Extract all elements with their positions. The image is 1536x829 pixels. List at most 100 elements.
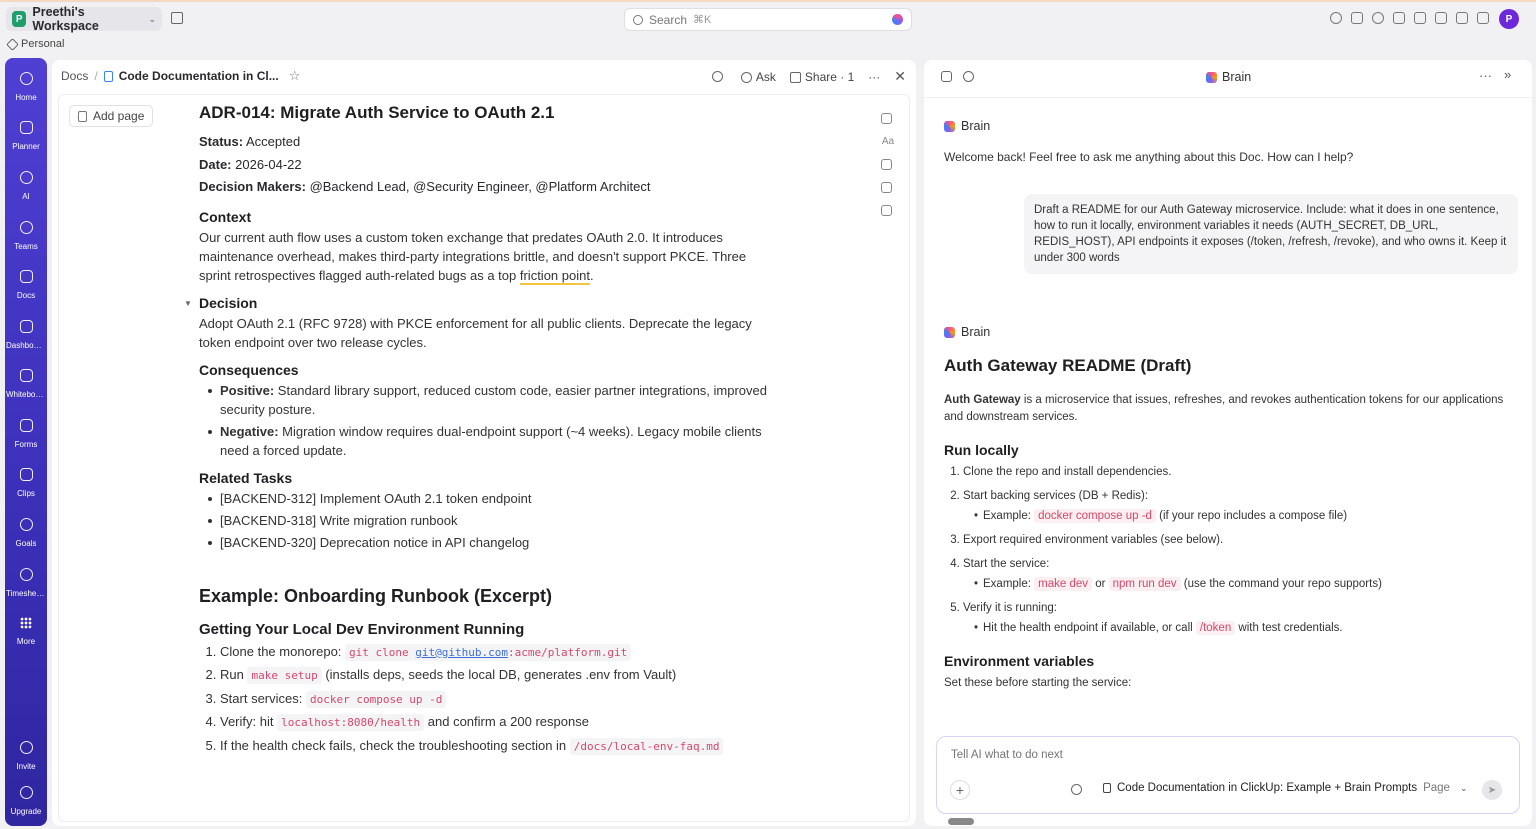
document-icon[interactable] bbox=[1435, 12, 1447, 24]
decision-heading: ▼ Decision bbox=[184, 295, 779, 311]
nav-whiteboards[interactable]: Whiteboards bbox=[5, 369, 47, 399]
add-page-button[interactable]: Add page bbox=[69, 105, 154, 127]
inbox-icon[interactable] bbox=[1351, 12, 1363, 24]
context-selector[interactable]: Code Documentation in ClickUp: Example +… bbox=[1103, 782, 1468, 794]
globe-icon[interactable] bbox=[1071, 784, 1082, 795]
trophy-icon bbox=[19, 518, 33, 531]
video-icon[interactable] bbox=[1414, 12, 1426, 24]
step-text: with test credentials. bbox=[1235, 622, 1343, 634]
env-vars-heading: Environment variables bbox=[944, 653, 1095, 669]
ai-sparkle-icon[interactable] bbox=[892, 14, 903, 25]
nav-teams[interactable]: Teams bbox=[5, 221, 47, 251]
makers-value: @Backend Lead, @Security Engineer, @Plat… bbox=[309, 179, 651, 194]
list-item: Export required environment variables (s… bbox=[963, 532, 1514, 549]
star-icon[interactable]: ☆ bbox=[289, 68, 301, 84]
nav-label: Planner bbox=[12, 142, 40, 151]
whiteboard-icon bbox=[19, 369, 33, 382]
negative-label: Negative: bbox=[220, 423, 279, 439]
step-text: and confirm a 200 response bbox=[424, 714, 589, 729]
context-doc-name: Code Documentation in ClickUp: Example +… bbox=[1117, 782, 1418, 794]
negative-text: Migration window requires dual-endpoint … bbox=[220, 423, 762, 458]
horizontal-scrollbar[interactable] bbox=[948, 818, 974, 825]
tag-icon[interactable] bbox=[711, 71, 723, 82]
share-label: Share · 1 bbox=[804, 69, 855, 84]
collapse-caret-icon[interactable]: ▼ bbox=[184, 299, 192, 308]
step-text: Example: bbox=[983, 578, 1035, 590]
edit-icon[interactable] bbox=[881, 159, 892, 170]
list-item: Clone the monorepo: git clone git@github… bbox=[220, 641, 779, 665]
personal-space-tag[interactable]: Personal bbox=[4, 36, 68, 52]
ask-label: Ask bbox=[755, 69, 776, 84]
example-heading: Example: Onboarding Runbook (Excerpt) bbox=[199, 585, 553, 606]
lock-icon bbox=[789, 71, 801, 83]
notepad-icon[interactable] bbox=[1393, 12, 1405, 24]
nav-invite[interactable]: Invite bbox=[5, 741, 47, 771]
nav-planner[interactable]: Planner bbox=[5, 121, 47, 151]
nav-goals[interactable]: Goals bbox=[5, 518, 47, 548]
nav-more[interactable]: More bbox=[5, 617, 47, 646]
doc-meta: Status: Accepted Date: 2026-04-22 Decisi… bbox=[199, 131, 779, 199]
ai-prompt-input[interactable] bbox=[951, 749, 1491, 761]
list-item: Verify: hit localhost:8080/health and co… bbox=[220, 711, 779, 735]
consequences-list: Positive: Standard library support, redu… bbox=[199, 381, 779, 460]
nav-home[interactable]: Home bbox=[5, 72, 47, 102]
comment-icon[interactable] bbox=[881, 113, 892, 124]
forms-icon bbox=[19, 419, 33, 432]
nav-clips[interactable]: Clips bbox=[5, 468, 47, 498]
nav-forms[interactable]: Forms bbox=[5, 419, 47, 449]
nav-ai[interactable]: AI bbox=[5, 171, 47, 201]
upgrade-icon bbox=[19, 786, 33, 799]
history-icon[interactable] bbox=[963, 71, 974, 82]
add-page-icon bbox=[78, 110, 87, 122]
user-avatar[interactable]: P bbox=[1499, 9, 1519, 29]
step-text: Verify: hit bbox=[220, 714, 278, 729]
new-chat-icon[interactable] bbox=[941, 71, 952, 82]
nav-timesheets[interactable]: Timesheets bbox=[5, 568, 47, 598]
nav-label: Home bbox=[15, 93, 37, 102]
download-icon[interactable] bbox=[881, 205, 892, 216]
setup-steps: Clone the monorepo: git clone git@github… bbox=[199, 641, 779, 759]
close-icon[interactable]: ✕ bbox=[894, 68, 906, 85]
list-item: Negative: Migration window requires dual… bbox=[208, 422, 779, 460]
ask-button[interactable]: Ask bbox=[740, 69, 776, 84]
status-row: Status: Accepted bbox=[199, 131, 779, 154]
breadcrumb-doc-title[interactable]: Code Documentation in Cl... bbox=[119, 69, 279, 83]
ai-composer: + Code Documentation in ClickUp: Example… bbox=[936, 736, 1520, 814]
apps-icon[interactable] bbox=[1477, 12, 1489, 24]
ask-icon bbox=[740, 71, 752, 83]
nav-dashboards[interactable]: Dashboards bbox=[5, 320, 47, 350]
more-icon[interactable]: ··· bbox=[1479, 68, 1492, 83]
nav-label: Teams bbox=[14, 242, 38, 251]
step-text: Start the service: bbox=[963, 558, 1050, 570]
nav-docs[interactable]: Docs bbox=[5, 270, 47, 300]
code-snippet: git clone git@github.com:acme/platform.g… bbox=[345, 643, 632, 661]
magic-wand-icon[interactable] bbox=[881, 182, 892, 193]
code-text: git clone bbox=[349, 645, 416, 659]
repo-link[interactable]: git@github.com bbox=[415, 646, 508, 659]
list-item: Run make setup (installs deps, seeds the… bbox=[220, 664, 779, 688]
breadcrumb-docs[interactable]: Docs bbox=[61, 69, 88, 83]
calendar-icon[interactable] bbox=[171, 12, 183, 24]
share-button[interactable]: Share · 1 bbox=[789, 69, 855, 84]
search-bar[interactable]: Search ⌘K bbox=[624, 8, 912, 31]
nav-label: Dashboards bbox=[6, 341, 46, 350]
context-heading: Context bbox=[199, 208, 252, 225]
timer-icon[interactable] bbox=[1372, 12, 1384, 24]
intro-text: is a microservice that issues, refreshes… bbox=[944, 394, 1504, 423]
more-icon[interactable]: ··· bbox=[868, 70, 880, 84]
brain-title: Brain bbox=[1206, 70, 1251, 84]
screen-icon[interactable] bbox=[1456, 12, 1468, 24]
code-snippet: npm run dev bbox=[1108, 577, 1181, 591]
add-attachment-button[interactable]: + bbox=[950, 780, 970, 800]
chevron-down-icon: ⌄ bbox=[148, 13, 156, 24]
check-circle-icon[interactable] bbox=[1330, 12, 1342, 24]
send-button[interactable]: ➤ bbox=[1482, 780, 1502, 800]
step-text: Verify it is running: bbox=[963, 602, 1057, 614]
nav-upgrade[interactable]: Upgrade bbox=[5, 786, 47, 816]
font-size-icon[interactable]: Aa bbox=[881, 136, 895, 147]
context-highlight[interactable]: friction point bbox=[519, 267, 590, 285]
step-text: Run bbox=[220, 667, 248, 682]
workspace-switcher[interactable]: P Preethi's Workspace ⌄ bbox=[6, 5, 162, 33]
collapse-panel-icon[interactable]: » bbox=[1504, 67, 1511, 82]
search-placeholder: Search bbox=[649, 12, 688, 27]
